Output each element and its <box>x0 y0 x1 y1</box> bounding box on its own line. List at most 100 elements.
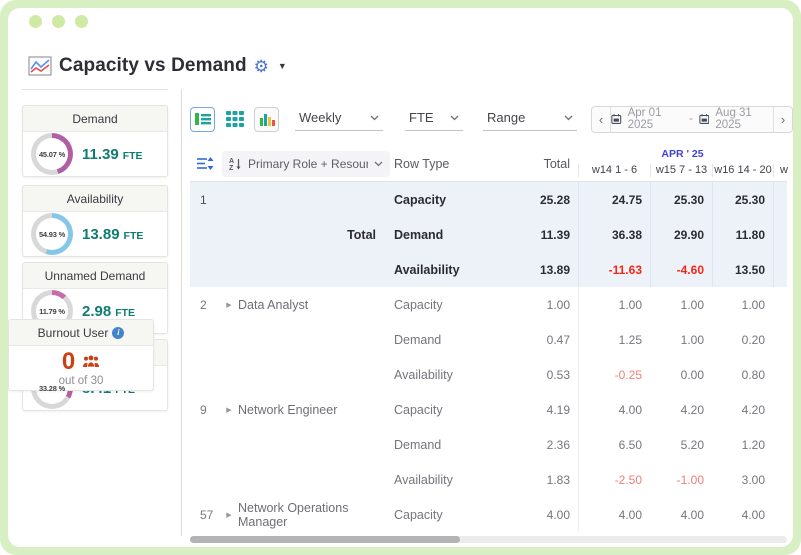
grid-view-button[interactable] <box>222 106 247 132</box>
week-header: w14 1 - 6 <box>578 164 650 177</box>
svg-text:A: A <box>229 158 234 165</box>
table-group: 2 ▶ Data Analyst Capacity 1.00 1.00 1.00 1.00 De… <box>190 287 787 392</box>
week-value-cell: -0.25 <box>578 357 650 392</box>
total-value-cell: 1.00 <box>546 297 570 312</box>
resource-name <box>238 182 390 217</box>
chart-view-button[interactable] <box>254 106 279 132</box>
week-value-cell: 36.38 <box>578 217 650 252</box>
metric-card-body: 54.93 % 13.89 FTE <box>23 212 167 256</box>
window-dot <box>52 15 65 28</box>
expand-caret-icon[interactable]: ▶ <box>220 392 238 427</box>
expand-caret-icon[interactable]: ▶ <box>220 287 238 322</box>
table-row: Demand 2.36 6.50 5.20 1.20 <box>190 427 787 462</box>
metric-select[interactable]: FTE <box>405 107 463 131</box>
cut-column <box>773 357 787 392</box>
expand-caret-icon[interactable]: ▶ <box>220 497 238 532</box>
week-value-cell: 1.20 <box>741 437 765 452</box>
window-controls <box>29 15 88 28</box>
week-value-cell: 29.90 <box>650 217 712 252</box>
row-type-cell: Availability <box>394 262 460 277</box>
metric-card-body: 45.07 % 11.39 FTE <box>23 132 167 176</box>
filter-sort-icon[interactable] <box>190 156 220 171</box>
week-value-cell: 4.00 <box>680 507 704 522</box>
capacity-table: A Z Primary Role + Resource... Row Type … <box>190 145 788 532</box>
metric-card-title: Availability <box>66 191 124 206</box>
range-select[interactable]: Range <box>483 107 577 131</box>
fte-value: 2.98 FTE <box>82 303 135 320</box>
donut-chart: 11.79 % <box>31 290 73 332</box>
expand-caret-icon <box>220 427 238 462</box>
resource-name[interactable]: Data Analyst <box>238 287 390 322</box>
scrollbar-thumb[interactable] <box>190 536 460 543</box>
table-group: 1 Capacity 25.28 24.75 25.30 25.30 Total Demand… <box>190 182 787 287</box>
table-view-button[interactable] <box>190 106 215 132</box>
week-value-cell: 4.00 <box>741 507 765 522</box>
metric-card-header: Demand <box>23 106 167 132</box>
total-value-cell: 2.36 <box>546 437 570 452</box>
fte-number: 11.39 <box>82 145 119 163</box>
chevron-down-icon <box>564 115 573 120</box>
week-value-cell: 4.00 <box>578 392 650 427</box>
prev-period-button[interactable]: ‹ <box>592 106 611 132</box>
week-value-cell: 1.00 <box>680 297 704 312</box>
donut-chart: 45.07 % <box>31 133 73 175</box>
resource-name[interactable]: Network Operations Manager <box>238 497 390 532</box>
people-group-icon <box>83 355 100 368</box>
chevron-down-icon <box>374 161 383 166</box>
fte-value: 11.39 FTE <box>82 146 143 163</box>
cut-column <box>773 427 787 462</box>
next-period-button[interactable]: › <box>773 106 792 132</box>
sort-az-icon: A Z <box>229 158 241 170</box>
week-value-cell: -11.63 <box>578 252 650 287</box>
week-headers: APR ' 25 w14 1 - 6 w15 7 - 13 w16 14 - 20 w <box>578 145 788 182</box>
donut-chart: 33.28 % <box>31 367 73 409</box>
fte-unit: FTE <box>115 306 136 319</box>
horizontal-scrollbar[interactable] <box>190 536 787 543</box>
metric-value: FTE <box>409 110 434 125</box>
date-from: Apr 01 2025 <box>627 107 662 131</box>
cut-column <box>773 322 787 357</box>
donut-percent-label: 54.93 % <box>38 229 66 239</box>
table-row: Demand 0.47 1.25 1.00 0.20 <box>190 322 787 357</box>
cut-column <box>773 252 787 287</box>
total-value-cell: 11.39 <box>540 227 570 242</box>
table-row: 1 Capacity 25.28 24.75 25.30 25.30 <box>190 182 787 217</box>
chevron-down-icon[interactable]: ▼ <box>278 61 287 71</box>
resource-name[interactable]: Network Engineer <box>238 392 390 427</box>
group-by-value: Primary Role + Resource... <box>248 156 368 171</box>
total-value-cell: 0.47 <box>546 332 570 347</box>
week-value-cell: 25.30 <box>650 182 712 217</box>
row-number: 9 <box>200 402 207 417</box>
week-value-cell: 4.20 <box>680 402 704 417</box>
total-value-cell: 4.19 <box>546 402 570 417</box>
table-toolbar: Weekly FTE Range ‹ Apr 01 2025 - Aug 31 … <box>190 105 793 133</box>
week-value-cell: 13.50 <box>712 252 773 287</box>
week-header: w16 14 - 20 <box>712 164 773 177</box>
total-value-cell: 4.00 <box>546 507 570 522</box>
week-value-cell: 6.50 <box>578 427 650 462</box>
row-number: 1 <box>200 192 207 207</box>
cut-column <box>773 217 787 252</box>
table-row: Availability 1.83 -2.50 -1.00 3.00 <box>190 462 787 497</box>
info-icon[interactable]: i <box>112 326 125 339</box>
table-body: 1 Capacity 25.28 24.75 25.30 25.30 Total Demand… <box>190 182 787 532</box>
expand-caret-icon <box>220 252 238 287</box>
group-by-select[interactable]: A Z Primary Role + Resource... <box>222 150 390 177</box>
week-value-cell: -1.00 <box>676 472 704 487</box>
gear-icon[interactable]: ⚙ <box>254 58 269 75</box>
table-row: 2 ▶ Data Analyst Capacity 1.00 1.00 1.00 1.00 <box>190 287 787 322</box>
date-range-fields[interactable]: Apr 01 2025 - Aug 31 2025 <box>611 107 773 131</box>
week-value-cell: 3.00 <box>741 472 765 487</box>
app-window: Capacity vs Demand ⚙ ▼ Demand 45.07 % 11.3… <box>8 8 793 547</box>
metric-card: Availability 54.93 % 13.89 FTE <box>22 185 168 257</box>
period-select[interactable]: Weekly <box>295 107 383 131</box>
range-value: Range <box>487 110 526 125</box>
fte-number: 13.89 <box>82 225 120 243</box>
row-type-cell: Demand <box>394 332 442 347</box>
week-header: w15 7 - 13 <box>650 164 712 177</box>
table-row: 9 ▶ Network Engineer Capacity 4.19 4.00 4.20 4.… <box>190 392 787 427</box>
week-value-cell: 1.00 <box>741 297 765 312</box>
donut-chart: 54.93 % <box>31 213 73 255</box>
table-row: Total Demand 11.39 36.38 29.90 11.80 <box>190 217 787 252</box>
calendar-icon <box>699 114 710 124</box>
